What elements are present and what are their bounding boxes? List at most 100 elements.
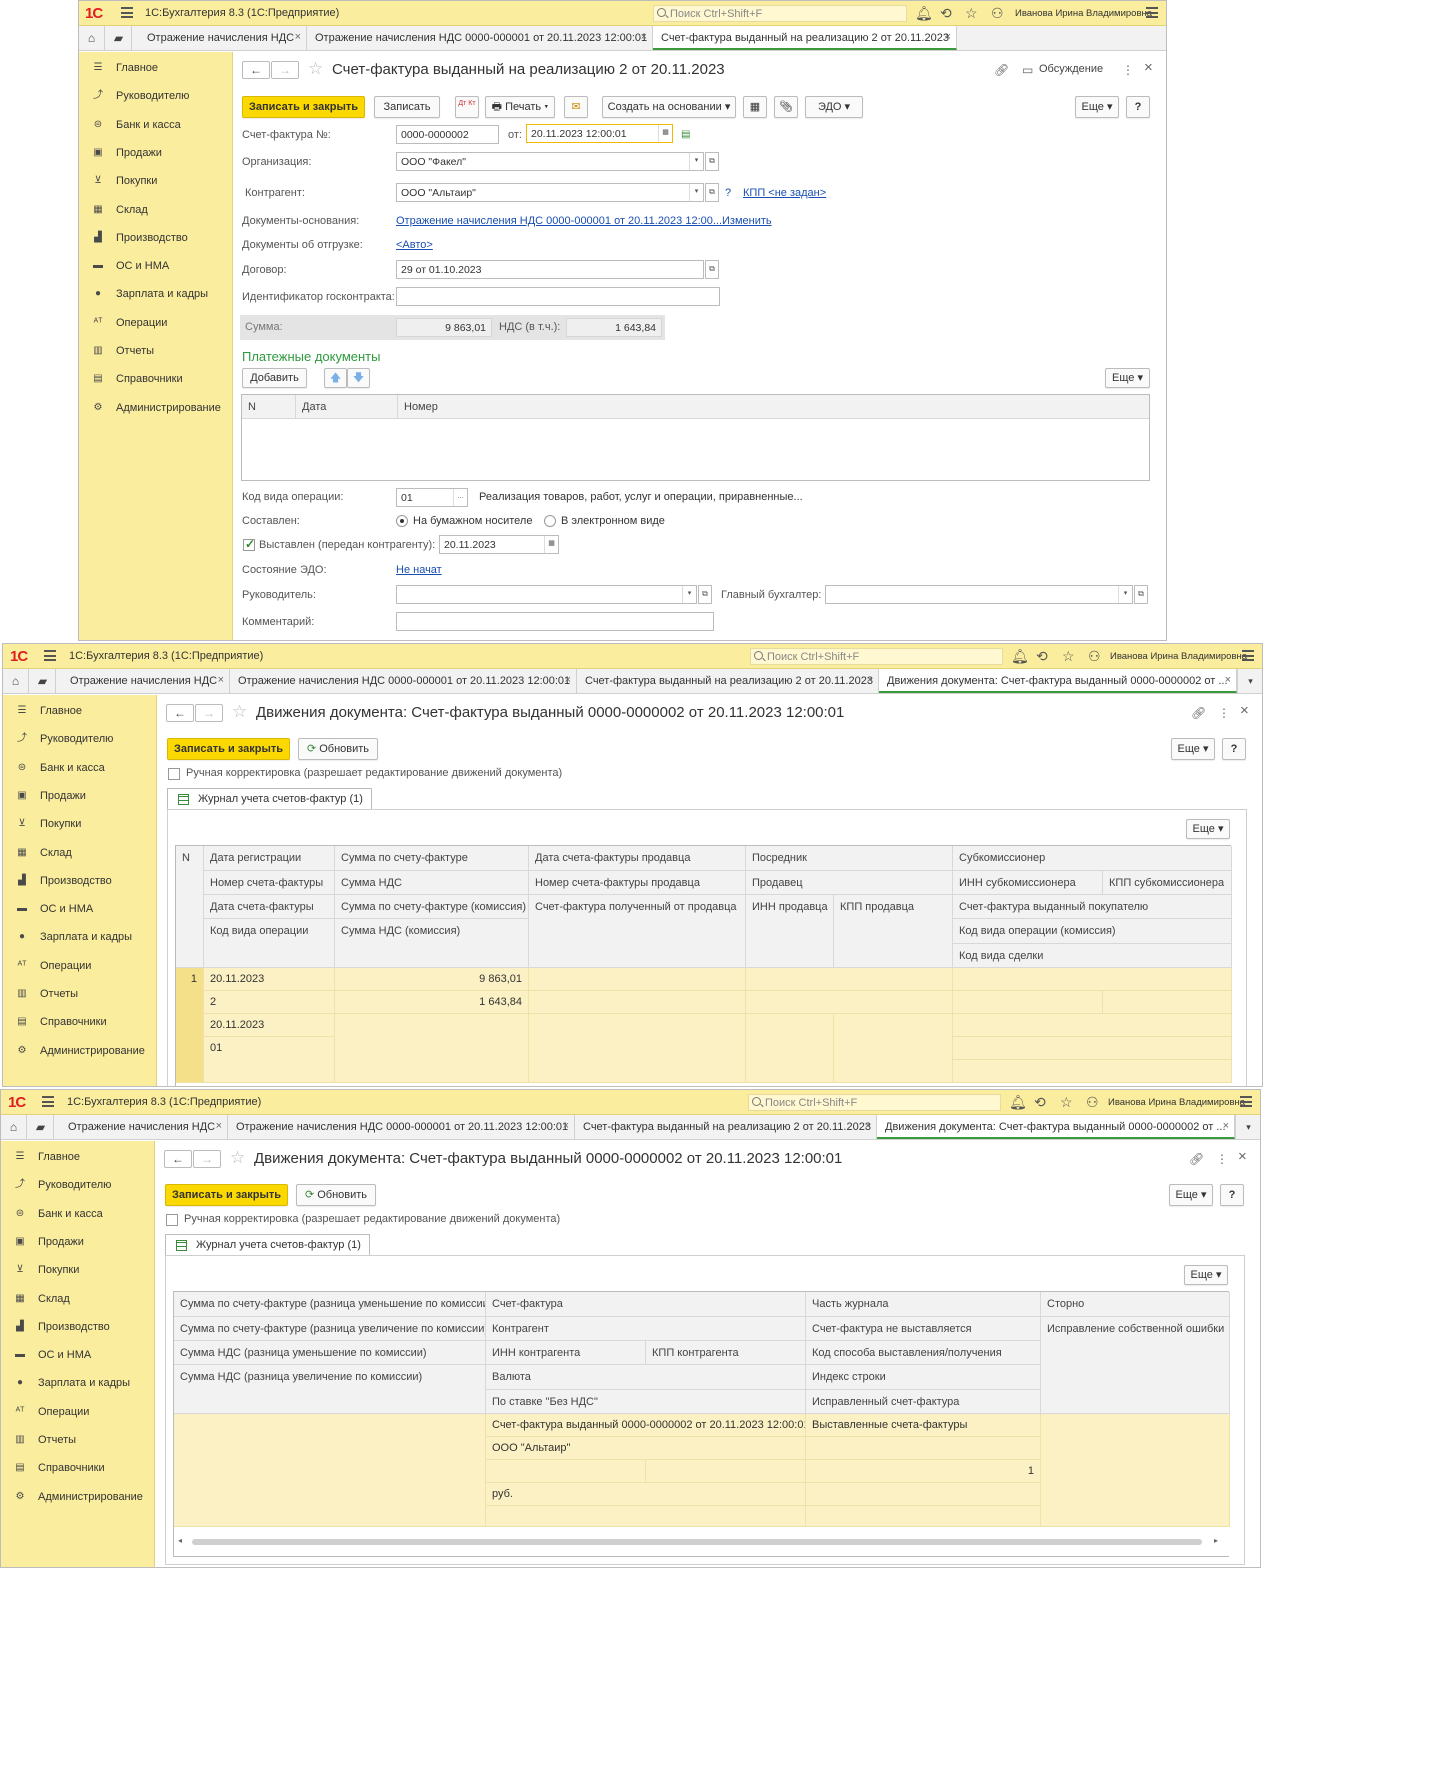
sidebar-item-production[interactable]: ▟ Производство bbox=[1, 1317, 154, 1337]
base-doc-link[interactable]: Отражение начисления НДС 0000-000001 от … bbox=[396, 215, 722, 227]
journal-table[interactable]: N Дата регистрации Номер счета-фактуры Д… bbox=[175, 845, 1232, 1086]
main-menu-icon[interactable] bbox=[42, 1096, 54, 1107]
user-name[interactable]: Иванова Ирина Владимировна bbox=[1015, 8, 1152, 19]
main-menu-icon[interactable] bbox=[121, 7, 133, 18]
close-icon[interactable]: × bbox=[945, 31, 951, 43]
sidebar-item-salary[interactable]: ● Зарплата и кадры bbox=[1, 1373, 154, 1393]
dtkt-button[interactable]: Дт Кт bbox=[455, 96, 479, 118]
header-currency[interactable]: Валюта bbox=[486, 1365, 806, 1390]
close-icon[interactable]: × bbox=[1240, 703, 1249, 718]
close-icon[interactable]: × bbox=[563, 1120, 569, 1132]
header-invoice-date[interactable]: Дата счета-фактуры bbox=[204, 895, 335, 919]
search-input[interactable]: Поиск Ctrl+Shift+F bbox=[748, 1094, 1001, 1111]
sidebar-item-manager[interactable]: ⤴ Руководителю bbox=[1, 1175, 154, 1195]
header-invoice-number[interactable]: Номер счета-фактуры bbox=[204, 871, 335, 895]
sidebar-item-catalogs[interactable]: ▤ Справочники bbox=[3, 1012, 156, 1032]
sidebar-item-main[interactable]: ☰ Главное bbox=[3, 701, 156, 721]
contract-field[interactable]: 29 от 01.10.2023 bbox=[396, 260, 704, 279]
sidebar-item-manager[interactable]: ⤴ Руководителю bbox=[79, 86, 232, 106]
home-icon[interactable]: ⌂ bbox=[79, 26, 105, 50]
comment-field[interactable] bbox=[396, 612, 714, 631]
gov-id-field[interactable] bbox=[396, 287, 720, 306]
forward-button[interactable]: → bbox=[195, 704, 223, 722]
header-registration-date[interactable]: Дата регистрации bbox=[204, 846, 335, 871]
discussion-icon[interactable]: ▭ bbox=[1022, 63, 1033, 77]
sidebar-item-purchases[interactable]: ⊻ Покупки bbox=[79, 171, 232, 191]
horizontal-scrollbar[interactable]: ◂ ▸ bbox=[174, 1535, 1228, 1549]
header-own-error-fix[interactable]: Исправление собственной ошибки bbox=[1041, 1317, 1230, 1414]
cell-empty[interactable] bbox=[953, 1014, 1232, 1037]
tab-vat-doc[interactable]: Отражение начисления НДС 0000-000001 от … bbox=[307, 26, 653, 50]
close-icon[interactable]: × bbox=[865, 1120, 871, 1132]
save-close-button[interactable]: Записать и закрыть bbox=[167, 738, 290, 760]
cell-operation-code[interactable]: 01 bbox=[204, 1037, 335, 1083]
main-menu-icon[interactable] bbox=[44, 650, 56, 661]
open-director-button[interactable]: ⧉ bbox=[698, 585, 712, 604]
number-field[interactable]: 0000-0000002 bbox=[396, 125, 499, 144]
sidebar-item-catalogs[interactable]: ▤ Справочники bbox=[79, 369, 232, 389]
notifications-icon[interactable]: 🔔︎ bbox=[1011, 648, 1029, 664]
header-subcommissioner-kpp[interactable]: КПП субкомиссионера bbox=[1103, 871, 1232, 895]
favorites-icon[interactable]: ☆ bbox=[965, 5, 978, 21]
sidebar-item-operations[interactable]: ᴬᵀ Операции bbox=[3, 956, 156, 976]
sidebar-item-purchases[interactable]: ⊻ Покупки bbox=[1, 1260, 154, 1280]
sidebar-item-bank[interactable]: ⊜ Банк и касса bbox=[3, 758, 156, 778]
windows-icon[interactable]: ▰ bbox=[28, 1115, 54, 1139]
header-seller-received-invoice[interactable]: Счет-фактура полученный от продавца bbox=[529, 895, 746, 968]
table-more-button[interactable]: Еще ▾ bbox=[1184, 1265, 1228, 1285]
cell-empty[interactable] bbox=[529, 991, 746, 1014]
sidebar-item-warehouse[interactable]: ▦ Склад bbox=[3, 843, 156, 863]
cell-invoice-sum[interactable]: 9 863,01 bbox=[335, 968, 529, 991]
move-down-button[interactable]: 🡇 bbox=[347, 368, 370, 388]
header-intermediary[interactable]: Посредник bbox=[746, 846, 953, 871]
cell-empty[interactable] bbox=[953, 968, 1232, 991]
header-not-issued[interactable]: Счет-фактура не выставляется bbox=[806, 1317, 1041, 1341]
sidebar-item-production[interactable]: ▟ Производство bbox=[79, 228, 232, 248]
history-icon[interactable]: ⟲ bbox=[940, 5, 952, 21]
journal-table[interactable]: Сумма по счету-фактуре (разница уменьшен… bbox=[173, 1291, 1230, 1557]
scroll-right-icon[interactable]: ▸ bbox=[1214, 1536, 1218, 1545]
back-button[interactable]: ← bbox=[242, 61, 270, 79]
notifications-icon[interactable]: 🔔︎ bbox=[1009, 1094, 1027, 1110]
sidebar-item-sales[interactable]: ▣ Продажи bbox=[1, 1232, 154, 1252]
electronic-radio[interactable] bbox=[544, 515, 556, 527]
payment-more-button[interactable]: Еще ▾ bbox=[1105, 368, 1150, 388]
cell-invoice[interactable]: Счет-фактура выданный 0000-0000002 от 20… bbox=[486, 1414, 806, 1437]
forward-button[interactable]: → bbox=[193, 1150, 221, 1168]
header-vat-sum[interactable]: Сумма НДС bbox=[335, 871, 529, 895]
help-button[interactable]: ? bbox=[1220, 1184, 1244, 1206]
save-close-button[interactable]: Записать и закрыть bbox=[165, 1184, 288, 1206]
forward-button[interactable]: → bbox=[271, 61, 299, 79]
manual-edit-checkbox[interactable] bbox=[166, 1214, 178, 1226]
history-field-icon[interactable]: ▤ bbox=[681, 128, 690, 142]
tabs-dropdown-icon[interactable]: ▾ bbox=[1237, 669, 1262, 693]
change-link[interactable]: Изменить bbox=[722, 215, 772, 227]
cell-empty[interactable] bbox=[486, 1506, 806, 1527]
cell-empty[interactable] bbox=[529, 1014, 746, 1083]
close-icon[interactable]: × bbox=[216, 1120, 222, 1132]
refresh-button[interactable]: ⟳ Обновить bbox=[298, 738, 378, 760]
open-contract-button[interactable]: ⧉ bbox=[705, 260, 719, 279]
cell-empty[interactable] bbox=[486, 1460, 646, 1483]
chief-accountant-field[interactable]: ▾ bbox=[825, 585, 1133, 604]
sidebar-item-warehouse[interactable]: ▦ Склад bbox=[79, 200, 232, 220]
col-date-header[interactable]: Дата bbox=[296, 395, 398, 419]
edo-button[interactable]: ЭДО ▾ bbox=[805, 96, 863, 118]
director-field[interactable]: ▾ bbox=[396, 585, 697, 604]
tab-journal[interactable]: Журнал учета счетов-фактур (1) bbox=[165, 1234, 370, 1256]
sidebar-item-reports[interactable]: ▥ Отчеты bbox=[3, 984, 156, 1004]
header-storno[interactable]: Сторно bbox=[1041, 1292, 1230, 1317]
col-n-header[interactable]: N bbox=[242, 395, 296, 419]
issued-checkbox[interactable] bbox=[243, 537, 255, 551]
open-accountant-button[interactable]: ⧉ bbox=[1134, 585, 1148, 604]
more-vertical-icon[interactable]: ⋮ bbox=[1216, 1152, 1228, 1166]
favorite-star-icon[interactable]: ☆ bbox=[232, 702, 247, 722]
home-icon[interactable]: ⌂ bbox=[1, 1115, 27, 1139]
sidebar-item-operations[interactable]: ᴬᵀ Операции bbox=[1, 1402, 154, 1422]
header-seller[interactable]: Продавец bbox=[746, 871, 953, 895]
sidebar-item-salary[interactable]: ● Зарплата и кадры bbox=[79, 284, 232, 304]
link-icon[interactable]: 🔗︎ bbox=[1189, 1152, 1204, 1166]
user-icon[interactable]: ⚇ bbox=[1086, 1094, 1099, 1110]
close-icon[interactable]: × bbox=[641, 31, 647, 43]
open-org-button[interactable]: ⧉ bbox=[705, 152, 719, 171]
